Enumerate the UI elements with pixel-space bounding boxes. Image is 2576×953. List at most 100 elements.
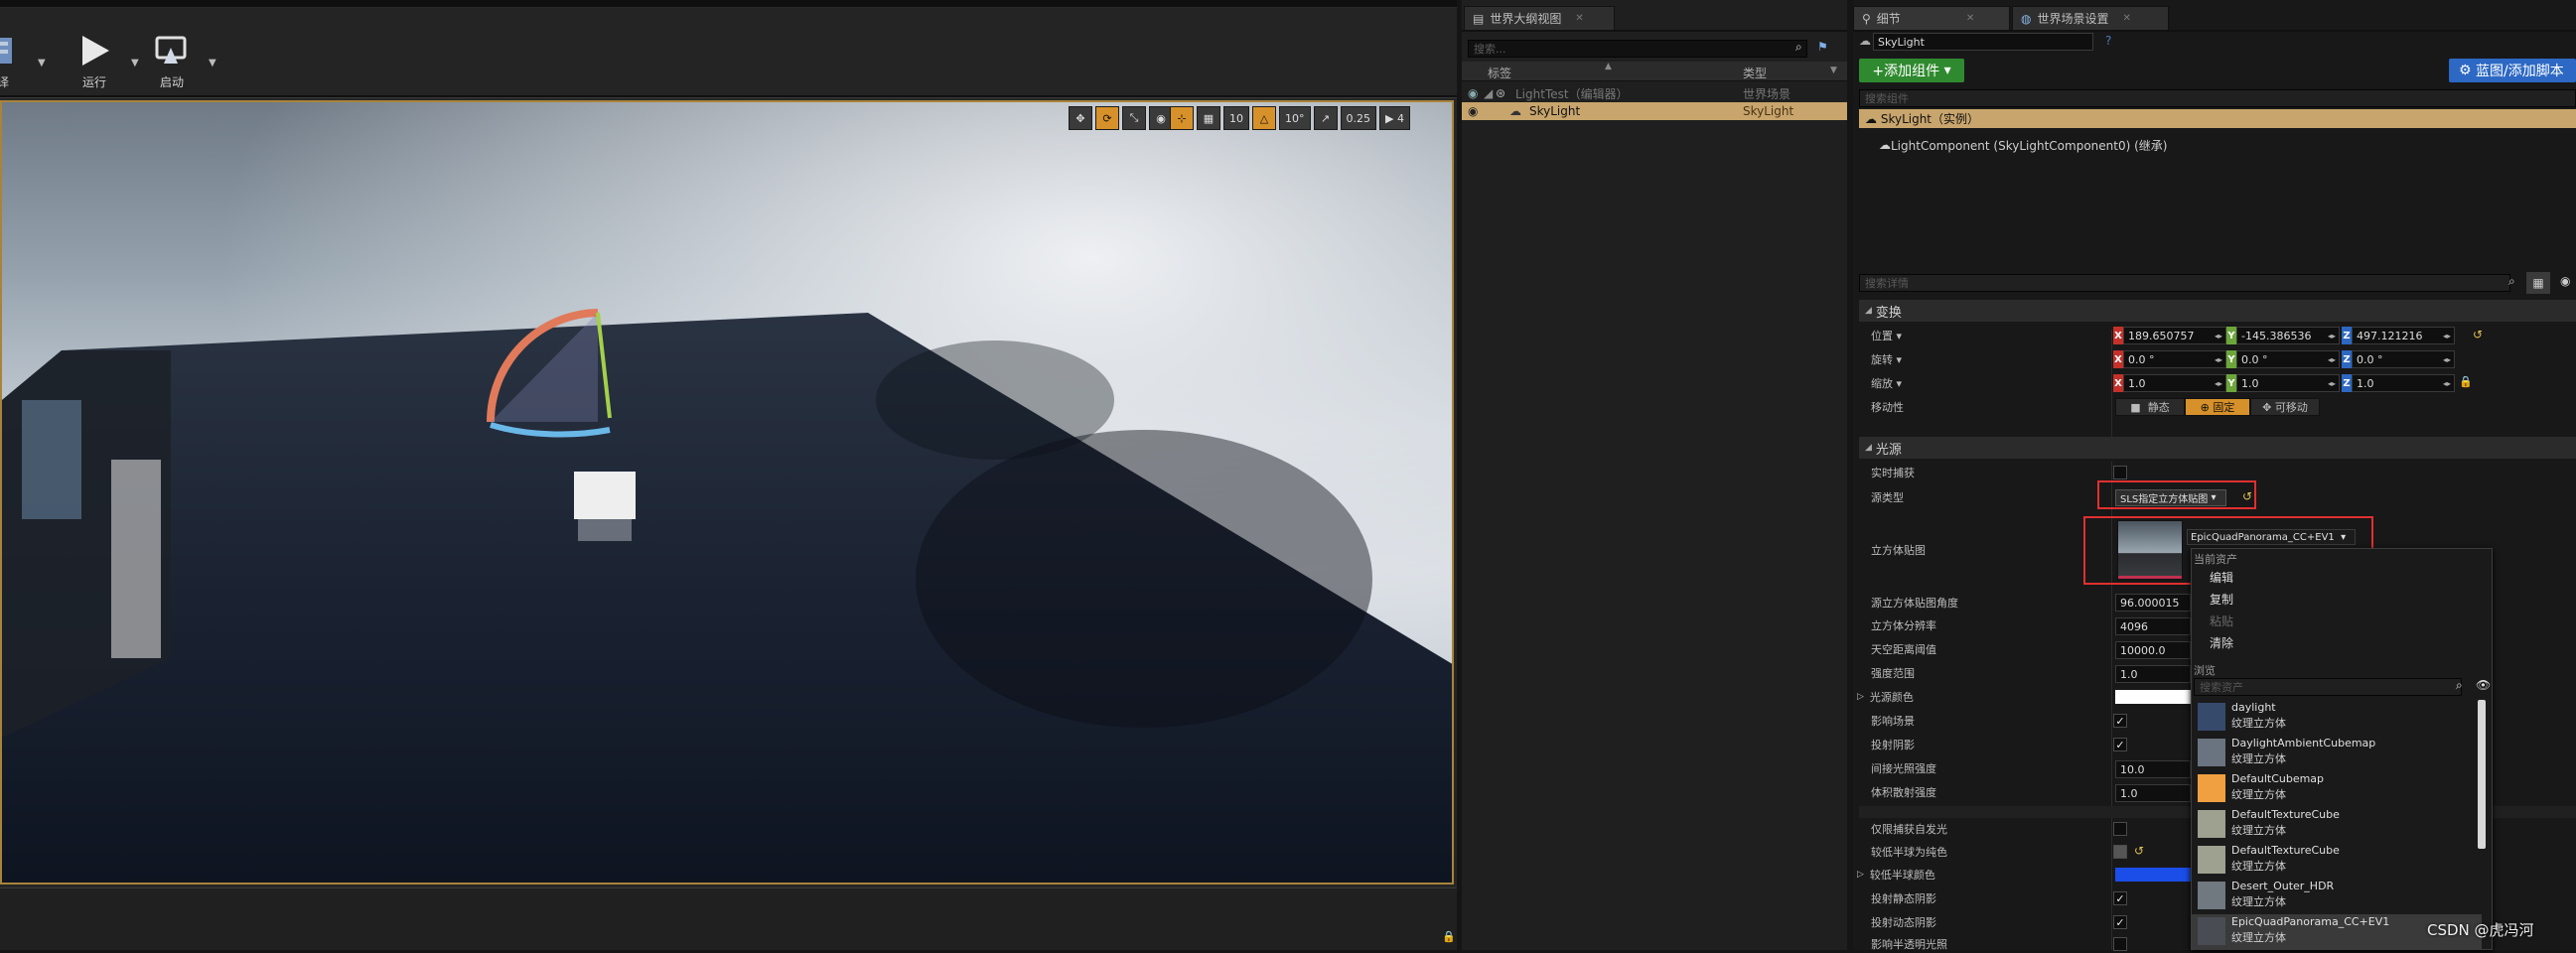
asset-item[interactable]: daylight 纹理立方体 xyxy=(2192,700,2482,736)
grid-snap-value[interactable]: 10 xyxy=(1223,106,1249,130)
translate-tool-button[interactable]: ✥ xyxy=(1069,106,1092,130)
camera-speed-button[interactable]: ▶ 4 xyxy=(1379,106,1410,130)
lower-hemisphere-solid-checkbox[interactable] xyxy=(2113,845,2127,859)
asset-search-input[interactable]: 搜索资产 xyxy=(2194,678,2462,696)
column-label[interactable]: 标签 xyxy=(1488,65,1511,81)
search-components-input[interactable]: 搜索组件 xyxy=(1859,89,2576,107)
mobility-movable-button[interactable]: ✥ 可移动 xyxy=(2250,398,2320,416)
scale-x-field[interactable]: 1.0 ◂▸ xyxy=(2123,374,2226,392)
view-options-icon[interactable]: 👁 xyxy=(2476,678,2491,692)
column-type[interactable]: 类型 xyxy=(1743,65,1767,81)
drag-spinner-icon[interactable]: ◂▸ xyxy=(2443,332,2451,340)
tab-world-outliner[interactable]: ▤ 世界大纲视图 ✕ xyxy=(1464,6,1615,30)
scale-y-field[interactable]: 1.0 ◂▸ xyxy=(2236,374,2340,392)
view-options-icon[interactable]: ⚑ xyxy=(1817,40,1828,54)
rotate-snap-value[interactable]: 10° xyxy=(1279,106,1311,130)
actor-name-field[interactable]: SkyLight xyxy=(1873,33,2093,51)
run-button[interactable]: 运行 xyxy=(77,34,111,90)
menu-item-copy[interactable]: 复制 xyxy=(2210,591,2233,608)
asset-item[interactable]: DaylightAmbientCubemap 纹理立方体 xyxy=(2192,736,2482,771)
realtime-capture-checkbox[interactable] xyxy=(2113,466,2127,479)
location-y-field[interactable]: -145.386536 ◂▸ xyxy=(2236,327,2340,344)
lock-icon[interactable]: 🔒 xyxy=(1442,930,1456,943)
category-transform[interactable]: ◢ 变换 xyxy=(1859,300,2576,322)
menu-item-paste[interactable]: 粘贴 xyxy=(2210,613,2233,629)
run-options-arrow[interactable]: ▼ xyxy=(131,58,139,68)
level-viewport[interactable]: ✥ ⟳ ⤡ ◉ ⊹ ▦ 10 △ 10° ↗ 0.25 ▶ 4 xyxy=(0,100,1454,885)
drag-spinner-icon[interactable]: ◂▸ xyxy=(2215,355,2222,364)
indirect-intensity-field[interactable]: 10.0 xyxy=(2115,760,2191,778)
asset-item[interactable]: DefaultCubemap 纹理立方体 xyxy=(2192,771,2482,807)
cast-static-shadows-checkbox[interactable]: ✓ xyxy=(2113,891,2127,905)
blueprint-add-script-button[interactable]: ⚙ 蓝图/添加脚本 xyxy=(2449,59,2576,82)
drag-spinner-icon[interactable]: ◂▸ xyxy=(2328,379,2336,388)
category-light[interactable]: ◢ 光源 xyxy=(1859,437,2576,459)
asset-item[interactable]: Desert_Outer_HDR 纹理立方体 xyxy=(2192,879,2482,914)
translucent-lighting-checkbox[interactable] xyxy=(2113,937,2127,951)
rotation-x-field[interactable]: 0.0 ° ◂▸ xyxy=(2123,350,2226,368)
lock-scale-icon[interactable]: 🔒 xyxy=(2459,375,2473,388)
sky-distance-field[interactable]: 10000.0 xyxy=(2115,641,2191,659)
launch-options-arrow[interactable]: ▼ xyxy=(209,58,216,68)
location-z-field[interactable]: 497.121216 ◂▸ xyxy=(2352,327,2455,344)
rotation-y-field[interactable]: 0.0 ° ◂▸ xyxy=(2236,350,2340,368)
expand-arrow-icon[interactable]: ◢ xyxy=(1484,86,1493,100)
lower-hemisphere-color-label[interactable]: ▷ 较低半球颜色 xyxy=(1857,866,1935,884)
close-icon[interactable]: ✕ xyxy=(2123,13,2131,24)
location-label[interactable]: 位置 ▾ xyxy=(1871,327,1902,344)
menu-item-edit[interactable]: 编辑 xyxy=(2210,569,2233,586)
drag-spinner-icon[interactable]: ◂▸ xyxy=(2328,355,2336,364)
component-row-instance[interactable]: ☁ SkyLight（实例） xyxy=(1859,109,2576,128)
grid-snap-toggle[interactable]: ⊹ xyxy=(1170,106,1194,130)
emissive-only-checkbox[interactable] xyxy=(2113,822,2127,836)
scale-label[interactable]: 缩放 ▾ xyxy=(1871,374,1902,392)
outliner-row-world[interactable]: ◉ ◢ ⊛ LightTest（编辑器） 世界场景 xyxy=(1462,84,1847,102)
build-options-arrow[interactable]: ▼ xyxy=(38,58,46,68)
rotate-snap-toggle[interactable]: △ xyxy=(1252,106,1276,130)
outliner-search-input[interactable]: 搜索... xyxy=(1468,40,1807,58)
tab-world-settings[interactable]: ◍ 世界场景设置 ✕ xyxy=(2012,6,2169,30)
rotation-z-field[interactable]: 0.0 ° ◂▸ xyxy=(2352,350,2455,368)
help-icon[interactable]: ? xyxy=(2105,34,2111,48)
reset-location-icon[interactable]: ↺ xyxy=(2473,328,2483,341)
search-details-input[interactable]: 搜索详情 xyxy=(1859,274,2510,292)
grid-view-button[interactable]: ▦ xyxy=(2526,272,2550,294)
scale-snap-toggle[interactable]: ↗ xyxy=(1313,106,1338,130)
add-component-button[interactable]: +添加组件 ▾ xyxy=(1859,59,1964,82)
eye-icon[interactable]: ◉ xyxy=(1468,104,1478,118)
drag-spinner-icon[interactable]: ◂▸ xyxy=(2215,379,2222,388)
location-x-field[interactable]: 189.650757 ◂▸ xyxy=(2123,327,2226,344)
build-button[interactable]: 译 xyxy=(0,34,20,90)
drag-spinner-icon[interactable]: ◂▸ xyxy=(2328,332,2336,340)
light-color-swatch[interactable] xyxy=(2115,690,2191,704)
close-icon[interactable]: ✕ xyxy=(1966,13,1974,24)
volumetric-scattering-field[interactable]: 1.0 xyxy=(2115,784,2191,802)
menu-item-clear[interactable]: 清除 xyxy=(2210,634,2233,651)
drag-spinner-icon[interactable]: ◂▸ xyxy=(2215,332,2222,340)
cubemap-resolution-field[interactable]: 4096 xyxy=(2115,617,2191,635)
drag-spinner-icon[interactable]: ◂▸ xyxy=(2443,355,2451,364)
lower-hemisphere-color-swatch[interactable] xyxy=(2115,868,2191,882)
cast-dynamic-shadows-checkbox[interactable]: ✓ xyxy=(2113,915,2127,929)
scale-snap-value[interactable]: 0.25 xyxy=(1340,106,1376,130)
cubemap-angle-field[interactable]: 96.000015 xyxy=(2115,594,2191,612)
reset-lower-hemisphere-icon[interactable]: ↺ xyxy=(2134,844,2144,858)
scale-tool-button[interactable]: ⤡ xyxy=(1122,106,1146,130)
eye-icon[interactable]: ◉ xyxy=(1468,86,1478,100)
intensity-field[interactable]: 1.0 xyxy=(2115,665,2191,683)
asset-item[interactable]: DefaultTextureCube 纹理立方体 xyxy=(2192,807,2482,843)
launch-button[interactable]: 启动 xyxy=(154,34,190,90)
scale-z-field[interactable]: 1.0 ◂▸ xyxy=(2352,374,2455,392)
outliner-row-skylight[interactable]: ◉ ☁ SkyLight SkyLight xyxy=(1462,102,1847,120)
mobility-static-button[interactable]: ■ 静态 xyxy=(2115,398,2185,416)
tab-details[interactable]: ⚲ 细节 ✕ xyxy=(1853,6,2010,30)
close-icon[interactable]: ✕ xyxy=(1575,13,1583,24)
component-row-light[interactable]: ☁ LightComponent (SkyLightComponent0) (继承… xyxy=(1879,136,2167,154)
light-color-label[interactable]: ▷ 光源颜色 xyxy=(1857,688,1914,706)
view-options-eye-icon[interactable]: ◉ xyxy=(2560,274,2570,288)
grid-icon[interactable]: ▦ xyxy=(1197,106,1220,130)
drag-spinner-icon[interactable]: ◂▸ xyxy=(2443,379,2451,388)
asset-item[interactable]: DefaultTextureCube 纹理立方体 xyxy=(2192,843,2482,879)
rotation-label[interactable]: 旋转 ▾ xyxy=(1871,350,1902,368)
mobility-stationary-button[interactable]: ⊕ 固定 xyxy=(2185,398,2250,416)
